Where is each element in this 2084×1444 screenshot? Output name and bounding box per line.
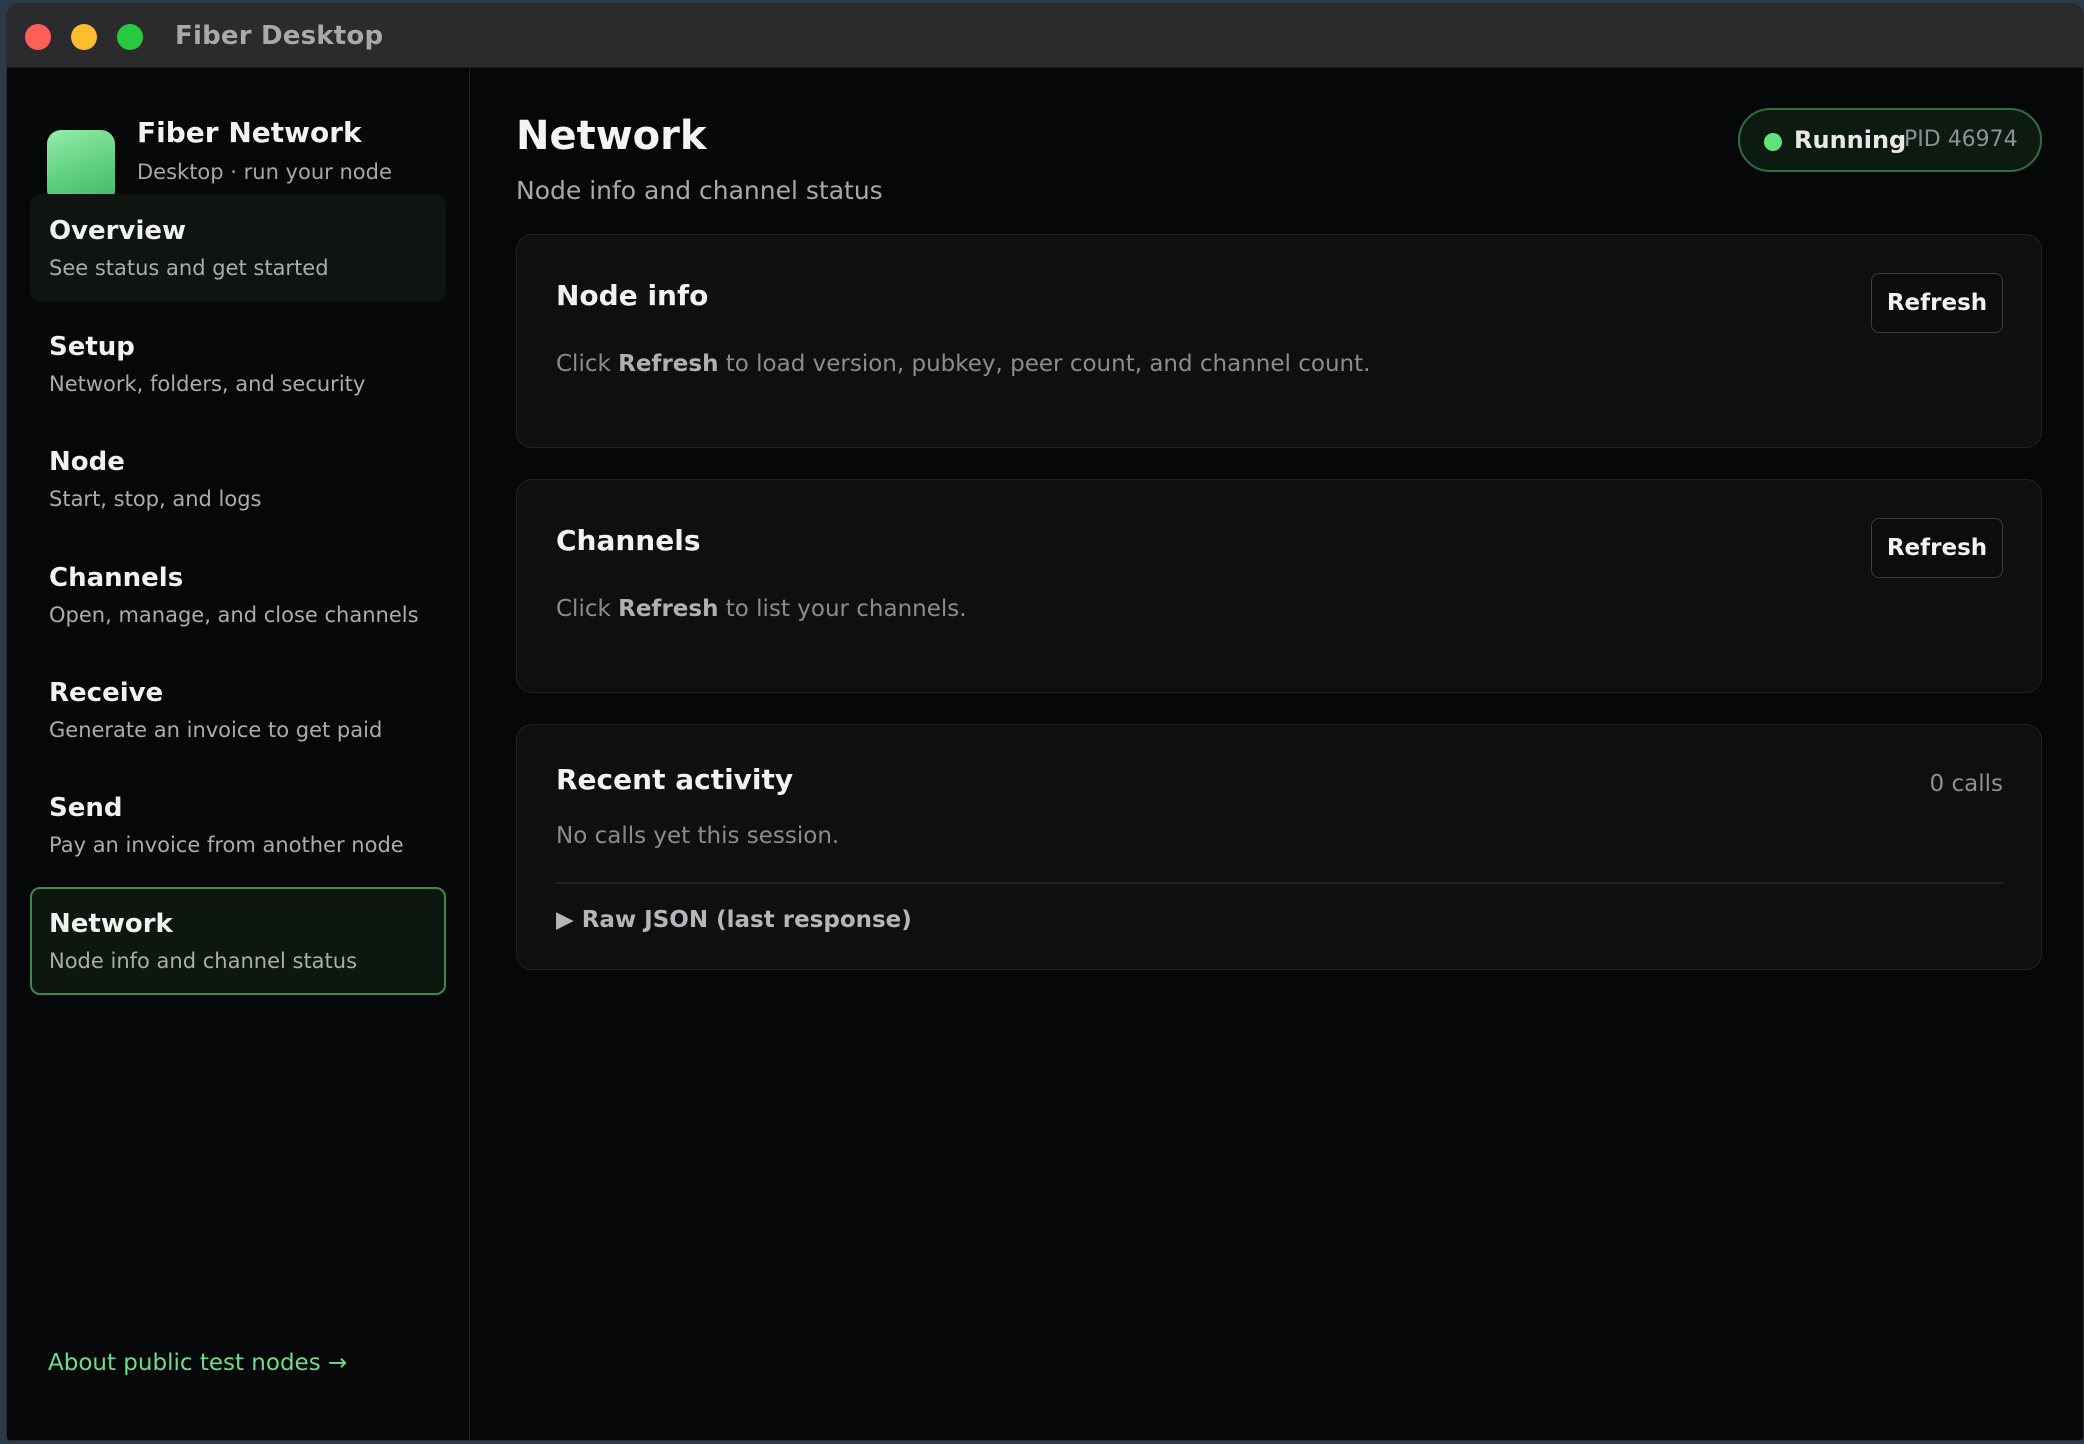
sidebar-item-desc: See status and get started bbox=[49, 256, 329, 280]
status-label: Running bbox=[1794, 126, 1907, 154]
minimize-window-button[interactable] bbox=[71, 24, 97, 50]
recent-activity-card: Recent activity 0 calls No calls yet thi… bbox=[516, 724, 2042, 970]
sidebar-item-title: Setup bbox=[49, 332, 135, 362]
sidebar-item-desc: Open, manage, and close channels bbox=[49, 603, 419, 627]
status-dot-icon bbox=[1764, 133, 1782, 151]
sidebar-item-overview[interactable]: Overview See status and get started bbox=[30, 194, 446, 302]
sidebar-item-send[interactable]: Send Pay an invoice from another node bbox=[30, 771, 446, 879]
sidebar-item-network[interactable]: Network Node info and channel status bbox=[30, 887, 446, 995]
status-pid: PID 46974 bbox=[1904, 127, 2018, 152]
raw-json-toggle[interactable]: ▶ Raw JSON (last response) bbox=[556, 907, 912, 933]
sidebar: Fiber Network Desktop · run your node lo… bbox=[7, 68, 470, 1440]
page-subtitle: Node info and channel status bbox=[516, 176, 883, 205]
sidebar-item-desc: Node info and channel status bbox=[49, 949, 358, 973]
hint-prefix: Click bbox=[556, 351, 619, 377]
sidebar-item-desc: Generate an invoice to get paid bbox=[49, 718, 383, 742]
sidebar-item-desc: Network, folders, and security bbox=[49, 372, 366, 396]
sidebar-item-title: Overview bbox=[49, 216, 187, 246]
title-bar: Fiber Desktop bbox=[7, 4, 2083, 68]
sidebar-item-node[interactable]: Node Start, stop, and logs bbox=[30, 425, 446, 533]
card-title: Channels bbox=[556, 524, 701, 557]
sidebar-item-desc: Pay an invoice from another node bbox=[49, 833, 404, 857]
hint-emphasis: Refresh bbox=[618, 596, 719, 622]
activity-call-count: 0 calls bbox=[1929, 771, 2003, 797]
node-info-hint: Click Refresh to load version, pubkey, p… bbox=[556, 351, 1370, 377]
sidebar-item-desc: Start, stop, and logs bbox=[49, 487, 262, 511]
hint-suffix: to load version, pubkey, peer count, and… bbox=[718, 351, 1371, 377]
brand-logo-icon bbox=[47, 130, 115, 204]
channels-hint: Click Refresh to list your channels. bbox=[556, 596, 967, 622]
activity-divider bbox=[556, 882, 2003, 884]
close-window-button[interactable] bbox=[25, 24, 51, 50]
node-status-badge: Running PID 46974 bbox=[1738, 108, 2042, 172]
node-info-refresh-button[interactable]: Refresh bbox=[1871, 273, 2003, 333]
sidebar-item-title: Send bbox=[49, 793, 123, 823]
sidebar-item-title: Network bbox=[49, 909, 173, 939]
sidebar-item-title: Channels bbox=[49, 563, 184, 593]
hint-suffix: to list your channels. bbox=[718, 596, 967, 622]
main-content: Network Node info and channel status Run… bbox=[471, 68, 2083, 1440]
about-public-test-nodes-link[interactable]: About public test nodes → bbox=[48, 1350, 347, 1376]
app-window: Fiber Desktop Fiber Network Desktop · ru… bbox=[6, 3, 2084, 1441]
card-title: Recent activity bbox=[556, 763, 794, 796]
sidebar-item-title: Receive bbox=[49, 678, 164, 708]
sidebar-item-channels[interactable]: Channels Open, manage, and close channel… bbox=[30, 541, 446, 649]
node-info-card: Node info Refresh Click Refresh to load … bbox=[516, 234, 2042, 448]
activity-empty-text: No calls yet this session. bbox=[556, 823, 840, 849]
sidebar-item-title: Node bbox=[49, 447, 125, 477]
maximize-window-button[interactable] bbox=[117, 24, 143, 50]
sidebar-item-setup[interactable]: Setup Network, folders, and security bbox=[30, 310, 446, 418]
window-title: Fiber Desktop bbox=[175, 21, 384, 51]
channels-card: Channels Refresh Click Refresh to list y… bbox=[516, 479, 2042, 693]
channels-refresh-button[interactable]: Refresh bbox=[1871, 518, 2003, 578]
hint-prefix: Click bbox=[556, 596, 619, 622]
card-title: Node info bbox=[556, 279, 709, 312]
brand-name: Fiber Network bbox=[137, 116, 362, 149]
page-title: Network bbox=[516, 113, 707, 159]
hint-emphasis: Refresh bbox=[618, 351, 719, 377]
sidebar-item-receive[interactable]: Receive Generate an invoice to get paid bbox=[30, 656, 446, 764]
